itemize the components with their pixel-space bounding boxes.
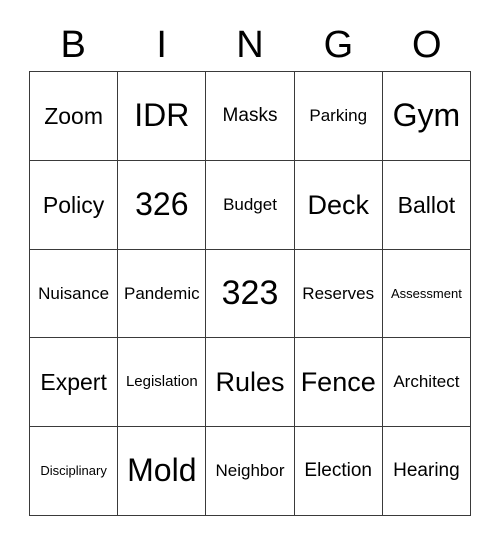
header-letter-g: G bbox=[323, 23, 354, 66]
bingo-card: B I N G O Zoom IDR Masks Parking Gym Pol… bbox=[0, 0, 500, 544]
bingo-cell[interactable]: Architect bbox=[382, 338, 472, 428]
bingo-cell-label: Assessment bbox=[391, 285, 462, 301]
bingo-cell[interactable]: IDR bbox=[118, 72, 207, 161]
bingo-cell[interactable]: Parking bbox=[294, 72, 383, 161]
bingo-cell[interactable]: Zoom bbox=[30, 72, 119, 161]
bingo-cell-label: Ballot bbox=[397, 191, 456, 218]
bingo-cell-label: Neighbor bbox=[215, 461, 285, 481]
bingo-cell-label: Legislation bbox=[125, 373, 198, 391]
bingo-cell[interactable]: Nuisance bbox=[30, 249, 119, 339]
bingo-cell[interactable]: Fence bbox=[294, 338, 383, 428]
bingo-row: Expert Legislation Rules Fence Architect bbox=[30, 338, 472, 428]
bingo-cell-label: Budget bbox=[223, 194, 277, 214]
bingo-cell-label: Zoom bbox=[44, 102, 103, 129]
header-letter-i: I bbox=[156, 23, 167, 66]
bingo-cell-label: Deck bbox=[307, 189, 369, 220]
bingo-cell[interactable]: Mold bbox=[118, 427, 207, 516]
bingo-row: Nuisance Pandemic 323 Reserves Assessmen… bbox=[30, 249, 472, 339]
bingo-row: Disciplinary Mold Neighbor Election Hear… bbox=[30, 427, 472, 516]
bingo-row: Policy 326 Budget Deck Ballot bbox=[30, 160, 472, 250]
bingo-cell-label: Gym bbox=[392, 97, 461, 134]
bingo-cell-label: Rules bbox=[215, 367, 285, 398]
bingo-cell-label: Policy bbox=[42, 191, 105, 218]
bingo-cell-label: Fence bbox=[300, 367, 376, 398]
bingo-cell[interactable]: Deck bbox=[294, 160, 383, 250]
bingo-cell[interactable]: Disciplinary bbox=[30, 427, 119, 516]
bingo-cell[interactable]: Gym bbox=[382, 72, 472, 161]
bingo-cell-label: Hearing bbox=[393, 460, 460, 482]
bingo-cell[interactable]: Expert bbox=[30, 338, 119, 428]
bingo-cell-label: Mold bbox=[127, 452, 197, 489]
bingo-cell-label: IDR bbox=[134, 97, 190, 134]
bingo-cell-label: Nuisance bbox=[38, 283, 110, 303]
bingo-cell-label: Reserves bbox=[302, 283, 375, 303]
bingo-cell[interactable]: Ballot bbox=[382, 160, 472, 250]
header-letter-o: O bbox=[412, 23, 442, 66]
bingo-cell[interactable]: Pandemic bbox=[118, 249, 207, 339]
bingo-cell-label: Pandemic bbox=[124, 283, 200, 303]
bingo-cell-label: Election bbox=[304, 460, 373, 482]
bingo-cell[interactable]: Masks bbox=[206, 72, 295, 161]
bingo-cell-label: Expert bbox=[40, 369, 107, 396]
bingo-cell[interactable]: Budget bbox=[206, 160, 295, 250]
bingo-cell-label: 326 bbox=[135, 185, 189, 222]
bingo-cell-label: Masks bbox=[222, 104, 278, 126]
bingo-cell[interactable]: Reserves bbox=[294, 249, 383, 339]
bingo-header-row: B I N G O bbox=[29, 18, 471, 71]
bingo-cell[interactable]: Rules bbox=[206, 338, 295, 428]
bingo-cell-label: Parking bbox=[309, 105, 368, 125]
bingo-grid: Zoom IDR Masks Parking Gym Policy 326 Bu… bbox=[29, 71, 472, 516]
bingo-cell[interactable]: Hearing bbox=[382, 427, 472, 516]
bingo-cell[interactable]: 326 bbox=[118, 160, 207, 250]
bingo-row: Zoom IDR Masks Parking Gym bbox=[30, 72, 472, 161]
bingo-cell-label: Architect bbox=[393, 372, 460, 392]
header-letter-b: B bbox=[60, 23, 86, 66]
bingo-cell[interactable]: 323 bbox=[206, 249, 295, 339]
header-letter-n: N bbox=[236, 23, 264, 66]
bingo-cell[interactable]: Legislation bbox=[118, 338, 207, 428]
bingo-cell[interactable]: Election bbox=[294, 427, 383, 516]
bingo-cell-label: Disciplinary bbox=[40, 463, 107, 479]
bingo-cell[interactable]: Neighbor bbox=[206, 427, 295, 516]
bingo-cell[interactable]: Policy bbox=[30, 160, 119, 250]
bingo-cell-label: 323 bbox=[221, 273, 279, 312]
bingo-cell[interactable]: Assessment bbox=[382, 249, 472, 339]
